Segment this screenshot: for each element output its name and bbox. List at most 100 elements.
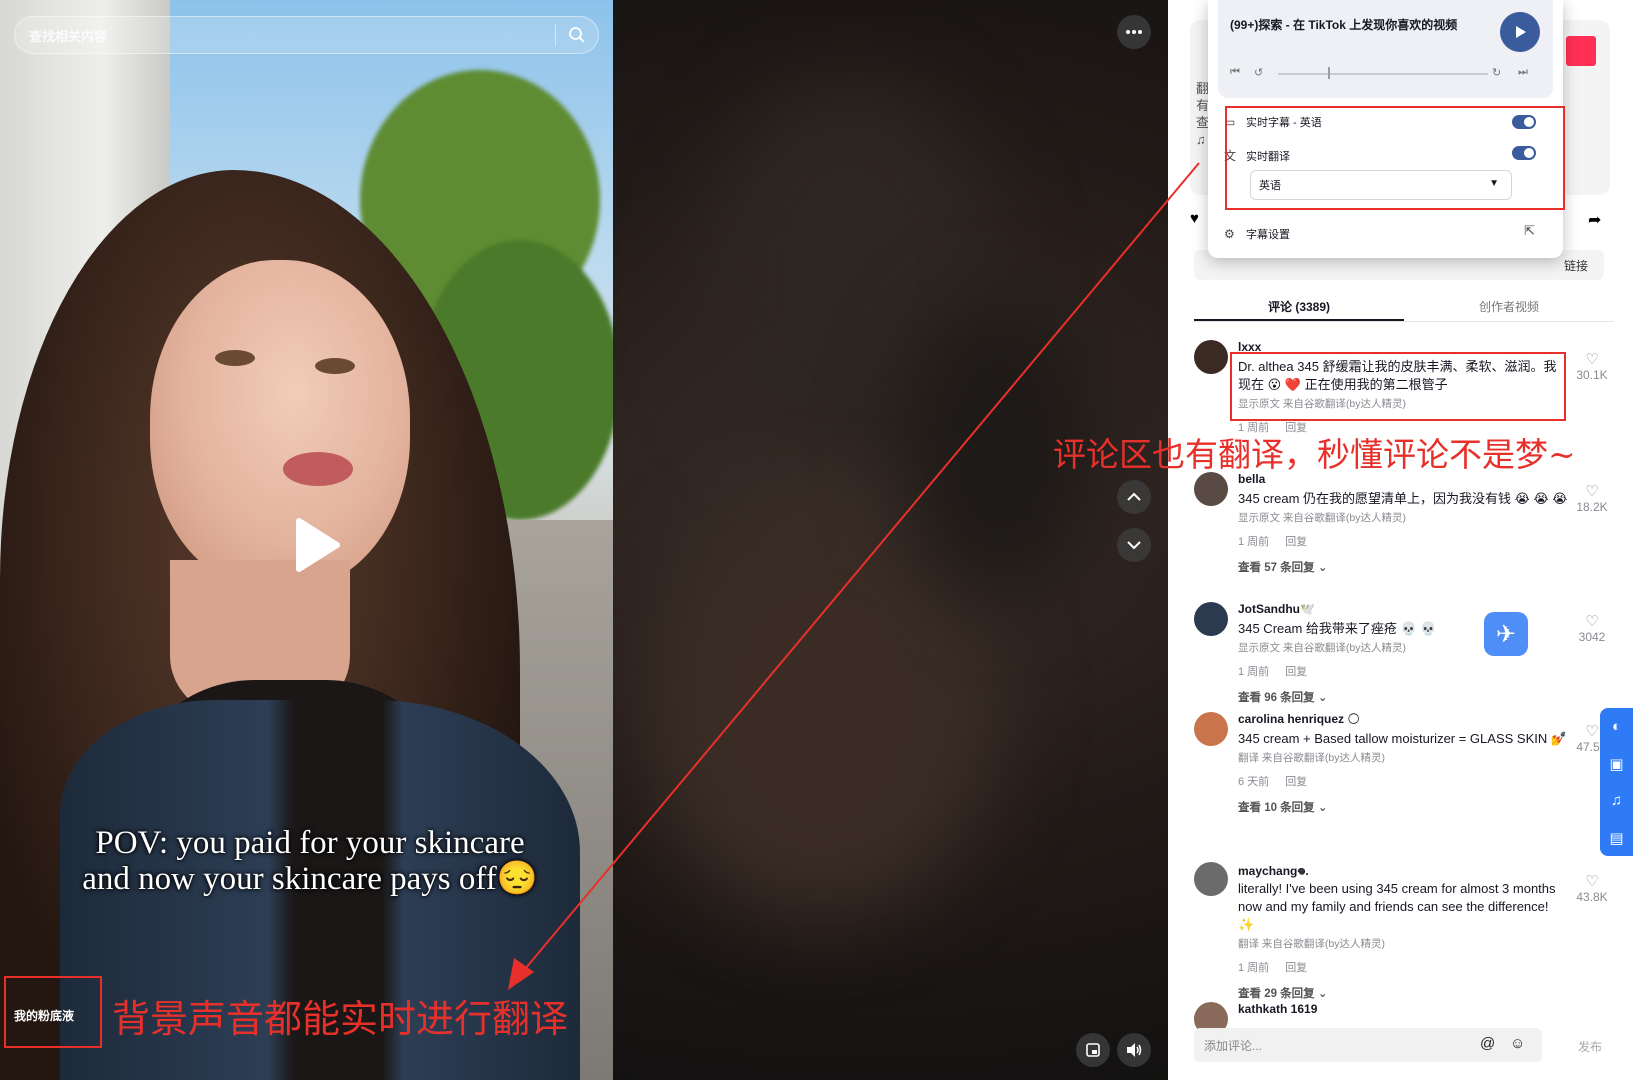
media-progress-handle[interactable]: [1328, 67, 1330, 79]
heart-icon[interactable]: ♡: [1572, 614, 1612, 630]
media-play-button[interactable]: [1500, 12, 1540, 52]
video-person-eye: [215, 350, 255, 366]
comment-username[interactable]: carolina henriquez 🌕: [1238, 712, 1568, 728]
comment-body: bella 345 cream 仍在我的愿望清单上，因为我没有钱 😭 😭 😭 显示原…: [1238, 472, 1568, 575]
media-progress-track[interactable]: [1278, 73, 1488, 75]
mention-icon[interactable]: @: [1480, 1035, 1495, 1052]
comment-translation-source[interactable]: 显示原文 来自谷歌翻译(by达人精灵): [1238, 510, 1568, 525]
view-replies-label[interactable]: 查看 57 条回复: [1238, 562, 1315, 574]
screenshot-stage: 查找相关内容 POV: you paid for your skincare a…: [0, 0, 1633, 1080]
avatar[interactable]: [1194, 340, 1228, 374]
post-button[interactable]: 发布: [1578, 1038, 1602, 1055]
search-button[interactable]: [556, 16, 598, 54]
media-card: [1218, 0, 1553, 98]
caption-line: POV: you paid for your skincare: [95, 825, 525, 861]
tab-creator-videos[interactable]: 创作者视频: [1404, 290, 1614, 321]
speaker-icon: [1127, 1043, 1142, 1057]
reply-button[interactable]: 回复: [1285, 776, 1307, 788]
comment-meta: 1 周前 回复: [1238, 663, 1568, 679]
search-bar[interactable]: 查找相关内容: [14, 16, 599, 54]
skip-next-icon[interactable]: ⏭: [1518, 66, 1528, 79]
comment-text: literally! I've been using 345 cream for…: [1238, 881, 1556, 932]
annotation-bottom: 背景声音都能实时进行翻译: [112, 997, 569, 1041]
tab-comments[interactable]: 评论 (3389): [1194, 290, 1404, 321]
skip-previous-icon[interactable]: ⏮: [1230, 66, 1240, 79]
comment-body: maychang𖦹. literally! I've been using 345…: [1238, 862, 1568, 1001]
like-count: 18.2K: [1576, 500, 1608, 514]
follow-button[interactable]: [1566, 36, 1596, 66]
comment-username[interactable]: maychang𖦹.: [1238, 862, 1568, 878]
like-count: 43.8K: [1576, 890, 1608, 904]
comment-input-placeholder[interactable]: 添加评论...: [1204, 1037, 1262, 1054]
chevron-down-icon: ⌄: [1317, 692, 1328, 704]
dock-music-icon[interactable]: ♫: [1600, 782, 1633, 819]
view-replies-label[interactable]: 查看 96 条回复: [1238, 692, 1315, 704]
view-replies-button[interactable]: 查看 29 条回复 ⌄: [1238, 985, 1568, 1001]
comment-like[interactable]: ♡ 43.8K: [1572, 874, 1612, 905]
like-icon[interactable]: ♥: [1190, 210, 1199, 227]
heart-icon[interactable]: ♡: [1572, 484, 1612, 500]
reply-button[interactable]: 回复: [1285, 962, 1307, 974]
comment-input[interactable]: 添加评论... @ ☺: [1194, 1028, 1542, 1062]
video-caption: POV: you paid for your skincare and now …: [30, 825, 590, 897]
ellipsis-icon: [1126, 30, 1142, 34]
comment-body: kathkath 1619: [1238, 1002, 1568, 1018]
copy-link-label[interactable]: 链接: [1564, 257, 1588, 274]
comment-body: carolina henriquez 🌕 345 cream + Based ta…: [1238, 712, 1568, 815]
reply-button[interactable]: 回复: [1285, 536, 1307, 548]
avatar[interactable]: [1194, 712, 1228, 746]
play-button[interactable]: [285, 515, 345, 575]
dock-video-icon[interactable]: ▣: [1600, 745, 1633, 782]
comment-time: 6 天前: [1238, 776, 1270, 788]
comment-time: 1 周前: [1238, 536, 1270, 548]
open-external-icon[interactable]: ⇱: [1524, 223, 1535, 239]
like-count: 3042: [1578, 630, 1606, 644]
like-count: 30.1K: [1576, 368, 1608, 382]
comment-time: 1 周前: [1238, 666, 1270, 678]
dock-logo-icon[interactable]: ◐: [1600, 708, 1633, 745]
heart-icon[interactable]: ♡: [1572, 352, 1612, 368]
comment-time: 1 周前: [1238, 962, 1270, 974]
comment-like[interactable]: ♡ 30.1K: [1572, 352, 1612, 383]
comment-like[interactable]: ♡ 3042: [1572, 614, 1612, 645]
reply-button[interactable]: 回复: [1285, 666, 1307, 678]
avatar[interactable]: [1194, 862, 1228, 896]
comment-translation-source[interactable]: 翻译 来自谷歌翻译(by达人精灵): [1238, 750, 1568, 765]
floating-player-button[interactable]: [1076, 1033, 1110, 1067]
view-replies-button[interactable]: 查看 96 条回复 ⌄: [1238, 689, 1568, 705]
annotation-box-caption-settings: [1225, 106, 1565, 210]
caption-settings-row[interactable]: ⚙ 字幕设置: [1224, 226, 1290, 242]
forward-10-icon[interactable]: ↻: [1492, 66, 1501, 79]
heart-icon[interactable]: ♡: [1572, 874, 1612, 890]
comment-text: 345 cream 仍在我的愿望清单上，因为我没有钱 😭 😭 😭: [1238, 491, 1568, 506]
picture-in-picture-icon: [1086, 1043, 1100, 1057]
share-icon[interactable]: ➦: [1588, 210, 1601, 230]
comment-translation-source[interactable]: 翻译 来自谷歌翻译(by达人精灵): [1238, 936, 1568, 951]
chevron-down-icon: [1127, 541, 1141, 550]
dock-document-icon[interactable]: ▤: [1600, 819, 1633, 856]
search-placeholder[interactable]: 查找相关内容: [15, 26, 555, 45]
comment-like[interactable]: ♡ 18.2K: [1572, 484, 1612, 515]
comment-meta: 1 周前 回复: [1238, 959, 1568, 975]
previous-video-button[interactable]: [1117, 480, 1151, 514]
video-person-face: [150, 260, 410, 590]
next-video-button[interactable]: [1117, 528, 1151, 562]
caption-settings-label: 字幕设置: [1246, 229, 1290, 241]
volume-button[interactable]: [1117, 1033, 1151, 1067]
emoji-icon[interactable]: ☺: [1510, 1035, 1525, 1052]
play-icon: [296, 518, 340, 572]
extension-side-dock: ◐ ▣ ♫ ▤: [1600, 708, 1633, 856]
view-replies-button[interactable]: 查看 57 条回复 ⌄: [1238, 559, 1568, 575]
search-icon: [569, 27, 585, 43]
rewind-10-icon[interactable]: ↺: [1254, 66, 1263, 79]
view-replies-label[interactable]: 查看 10 条回复: [1238, 802, 1315, 814]
translate-bird-icon[interactable]: ✈: [1484, 612, 1528, 656]
more-options-button[interactable]: [1117, 15, 1151, 49]
avatar[interactable]: [1194, 602, 1228, 636]
play-icon: [1516, 26, 1526, 38]
view-replies-button[interactable]: 查看 10 条回复 ⌄: [1238, 799, 1568, 815]
comment-username[interactable]: kathkath 1619: [1238, 1002, 1568, 1018]
view-replies-label[interactable]: 查看 29 条回复: [1238, 988, 1315, 1000]
comment-meta: 6 天前 回复: [1238, 773, 1568, 789]
avatar[interactable]: [1194, 472, 1228, 506]
